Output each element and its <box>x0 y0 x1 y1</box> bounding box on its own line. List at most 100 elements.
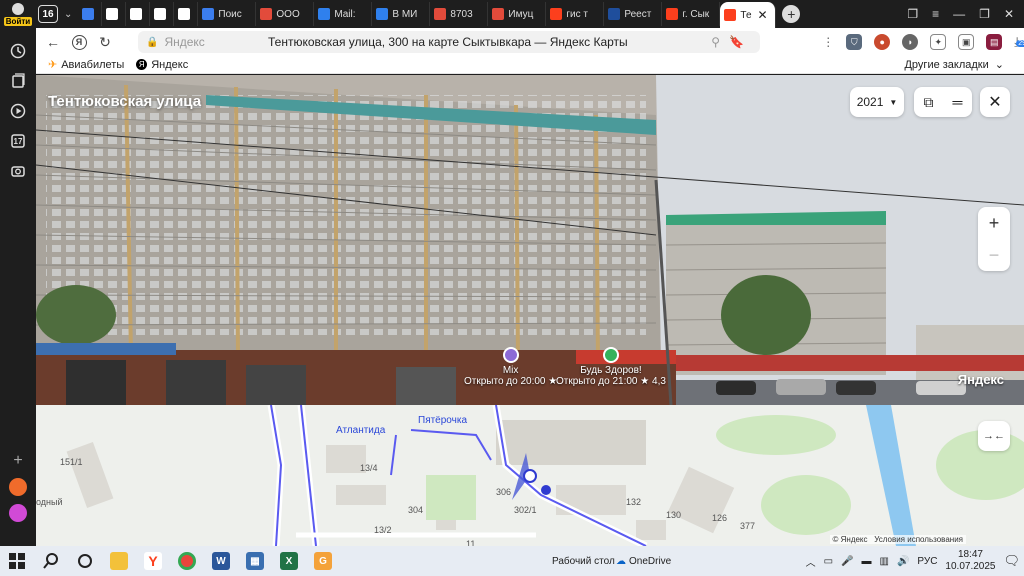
collapse-icon[interactable]: ═ <box>953 94 963 110</box>
panorama-tools: ⧉ ═ <box>914 87 972 117</box>
poi-mix[interactable]: Mix Открыто до 20:00 ★ <box>464 347 557 387</box>
task-view-icon[interactable] <box>68 546 102 576</box>
login-button[interactable]: Войти <box>3 2 33 26</box>
terms-link[interactable]: Условия использования <box>874 535 963 544</box>
year-select[interactable]: 2021 ▼ <box>850 87 904 117</box>
other-bookmarks[interactable]: Другие закладки ⌄ <box>904 58 1004 72</box>
tab-label: Реест <box>624 8 652 20</box>
bookmark-icon[interactable]: 🔖 <box>729 35 744 49</box>
browser-tab[interactable] <box>150 2 175 26</box>
start-button[interactable] <box>0 546 34 576</box>
browser-icon <box>82 8 95 20</box>
browser-tab[interactable]: Имуц <box>488 2 547 26</box>
doc-icon <box>106 8 119 20</box>
clock-icon[interactable] <box>7 40 29 62</box>
windows-taskbar: Y W ▦ X G Рабочий стол ☁ OneDrive ︿ ▭ 🎤 ▬… <box>0 546 1024 576</box>
tab-label: 8703 <box>450 8 473 20</box>
protect-icon[interactable]: ⛉ <box>846 34 863 50</box>
new-tab-button[interactable]: + <box>782 5 801 23</box>
calculator-icon[interactable]: ▦ <box>238 546 272 576</box>
clock[interactable]: 18:47 10.07.2025 <box>945 549 995 573</box>
collections-icon[interactable] <box>7 70 29 92</box>
restore-icon[interactable]: ❐ <box>979 7 990 21</box>
yandex-watermark: Яндекс <box>957 372 1004 387</box>
poi-hours: Открыто до 21:00 <box>556 376 638 387</box>
map-label-atlantida[interactable]: Атлантида <box>336 425 385 436</box>
notifications-icon[interactable]: 🗨 <box>1003 553 1020 569</box>
map-view[interactable]: Атлантида Пятёрочка 151/1 13/4 13/2 304 … <box>36 405 1024 546</box>
extension-badge-icon[interactable]: ● <box>874 34 891 50</box>
play-icon[interactable] <box>7 100 29 122</box>
microphone-icon[interactable]: 🎤 <box>841 556 853 567</box>
volume-icon[interactable]: 🔊 <box>897 556 909 567</box>
app-g-icon[interactable]: G <box>306 546 340 576</box>
browser-tab[interactable]: Те ✕ <box>720 2 777 28</box>
display-icon[interactable]: ▭ <box>824 556 833 567</box>
battery-icon[interactable]: ▬ <box>861 556 871 567</box>
chevron-up-icon[interactable]: ︿ <box>806 554 816 569</box>
browser-tab[interactable]: 8703 <box>430 2 489 26</box>
collections-ext-icon[interactable]: ▣ <box>958 34 975 50</box>
menu-icon[interactable]: ≡ <box>932 7 939 21</box>
tab-count-button[interactable]: 16 <box>38 5 58 23</box>
zoom-out-button[interactable]: − <box>989 245 1000 266</box>
reader-icon[interactable]: ◗ <box>902 34 919 50</box>
open-external-icon[interactable]: ⧉ <box>924 94 934 111</box>
downloads-icon[interactable]: ⤓29 <box>1014 34 1024 50</box>
location-pin-icon[interactable]: ⚲ <box>711 35 720 49</box>
browser-tab[interactable] <box>102 2 127 26</box>
reload-button[interactable]: ↻ <box>92 29 118 55</box>
poi-bud-zdorov[interactable]: Будь Здоров! Открыто до 21:00 ★ 4,3 <box>556 347 666 387</box>
camera-icon[interactable] <box>7 160 29 182</box>
browser-tab[interactable] <box>126 2 151 26</box>
browser-tab[interactable] <box>174 2 199 26</box>
browser-tab[interactable]: гис т <box>546 2 605 26</box>
calendar-icon[interactable]: 17 <box>7 130 29 152</box>
browser-tab[interactable] <box>78 2 103 26</box>
file-explorer-icon[interactable] <box>102 546 136 576</box>
tab-manager-icon[interactable]: ❐ <box>907 7 918 21</box>
browser-tab[interactable]: В МИ <box>372 2 431 26</box>
back-button[interactable]: ← <box>40 29 66 55</box>
messenger-icon[interactable] <box>9 504 27 522</box>
bookmark-aviabilety[interactable]: ✈ Авиабилеты <box>48 58 124 72</box>
browser-tab[interactable]: ООО <box>256 2 315 26</box>
profile-icon[interactable]: ▤ <box>986 34 1003 50</box>
chevron-down-icon[interactable]: ⌄ <box>64 9 72 20</box>
word-icon[interactable]: W <box>204 546 238 576</box>
window-controls: ❐ ≡ — ❐ ✕ <box>907 0 1024 28</box>
street-panorama[interactable]: Тентюковская улица 2021 ▼ ⧉ ═ ✕ + − Mix … <box>36 75 1024 405</box>
chrome-icon[interactable] <box>170 546 204 576</box>
browser-tab[interactable]: Mail: <box>314 2 373 26</box>
map-building-number: 126 <box>712 513 728 523</box>
puzzle-icon[interactable]: ✦ <box>930 34 947 50</box>
search-icon[interactable] <box>34 546 68 576</box>
browser-tab[interactable]: г. Сык <box>662 2 721 26</box>
desktop-label[interactable]: Рабочий стол <box>552 556 615 567</box>
poi-hours: Открыто до 20:00 <box>464 376 546 387</box>
close-window-icon[interactable]: ✕ <box>1004 7 1014 21</box>
browser-tab[interactable]: Поис <box>198 2 257 26</box>
zoom-in-button[interactable]: + <box>989 213 1000 234</box>
browser-tab[interactable]: Реест <box>604 2 663 26</box>
alice-icon[interactable] <box>9 478 27 496</box>
language-indicator[interactable]: РУС <box>917 556 937 567</box>
network-icon[interactable]: ▥ <box>879 556 888 567</box>
more-icon[interactable]: ⋮ <box>822 35 834 49</box>
bookmark-yandex[interactable]: Я Яндекс <box>136 59 188 71</box>
map-building-number: 130 <box>666 510 682 520</box>
onedrive-button[interactable]: ☁ OneDrive <box>616 556 671 567</box>
map-label-pyaterochka[interactable]: Пятёрочка <box>418 415 467 426</box>
close-panorama-button[interactable]: ✕ <box>980 87 1010 117</box>
downloads-badge: 29 <box>1016 40 1024 47</box>
add-icon[interactable]: + <box>13 452 22 470</box>
address-bar[interactable]: 🔒 Яндекс Тентюковская улица, 300 на карт… <box>138 31 760 53</box>
yandex-browser-icon[interactable]: Y <box>136 546 170 576</box>
yandex-home-button[interactable]: Я <box>66 29 92 55</box>
map-building-number: 13/2 <box>374 525 392 535</box>
minimize-icon[interactable]: — <box>953 7 965 21</box>
excel-icon[interactable]: X <box>272 546 306 576</box>
expand-map-button[interactable]: →← <box>978 421 1010 451</box>
close-tab-icon[interactable]: ✕ <box>758 8 768 22</box>
lock-icon[interactable]: 🔒 <box>146 37 158 48</box>
